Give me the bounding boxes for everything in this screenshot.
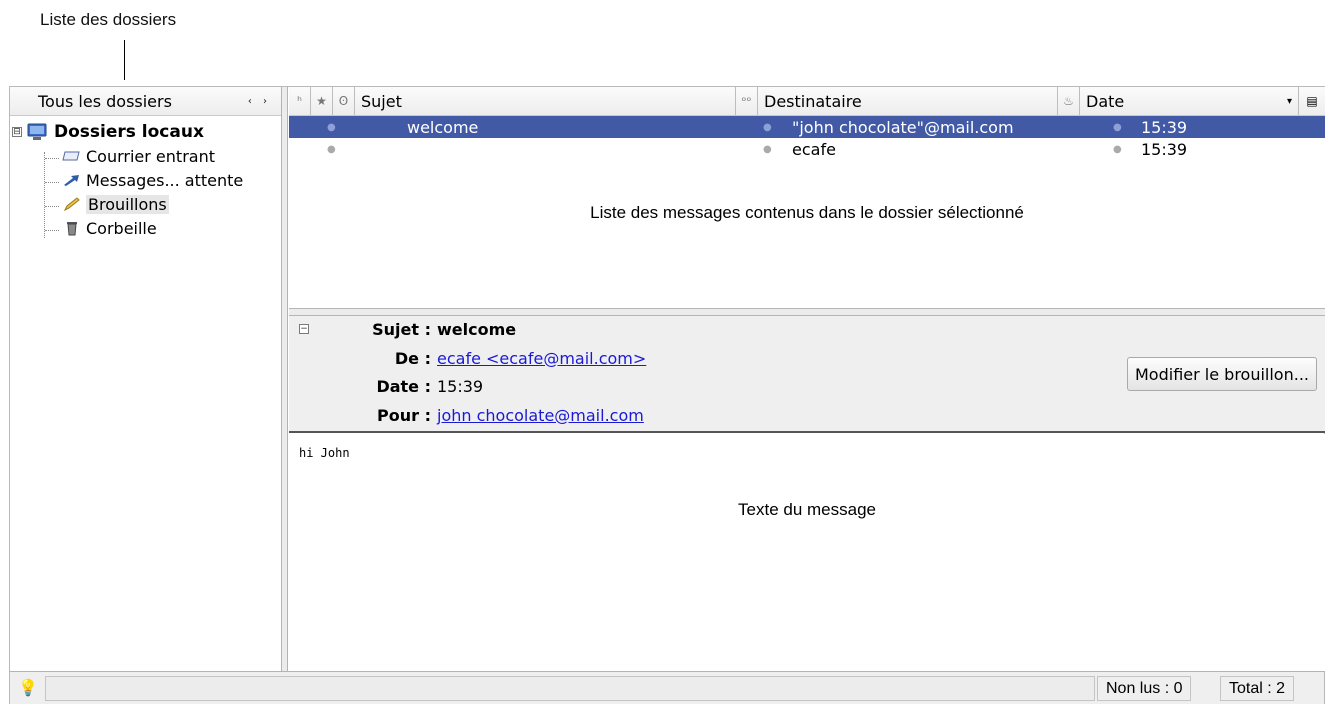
header-key: Pour :	[377, 405, 431, 425]
header-date: Date : 15:39	[289, 373, 483, 399]
monitor-icon	[27, 123, 47, 140]
pencil-icon	[63, 197, 80, 211]
total-count: Total : 2	[1220, 676, 1295, 701]
folder-item-label: Messages... attente	[86, 170, 244, 190]
vertical-splitter[interactable]	[282, 87, 288, 671]
folder-pane: Tous les dossiers ‹ › ⊟ Dossiers locaux	[10, 87, 282, 671]
folder-root-local[interactable]: ⊟ Dossiers locaux	[10, 120, 281, 144]
column-recipient[interactable]: Destinataire	[758, 87, 1058, 115]
column-picker-icon[interactable]: ▤	[1299, 87, 1325, 115]
recipient-link[interactable]: john chocolate@mail.com	[437, 406, 644, 425]
mail-window: Tous les dossiers ‹ › ⊟ Dossiers locaux	[9, 86, 1325, 704]
folder-item-label: Brouillons	[86, 194, 169, 214]
sender-link[interactable]: ecafe <ecafe@mail.com>	[437, 349, 646, 368]
star-column-icon[interactable]: ★	[311, 87, 333, 115]
message-list-annotation: Liste des messages contenus dans le doss…	[590, 203, 1024, 222]
header-from: De : ecafe <ecafe@mail.com>	[289, 345, 646, 371]
thread-column-icon[interactable]: ʰ	[289, 87, 311, 115]
message-text-annotation: Texte du message	[738, 500, 876, 519]
folder-root-label: Dossiers locaux	[54, 122, 204, 142]
header-to: Pour : john chocolate@mail.com	[289, 402, 644, 428]
message-subject: welcome	[407, 117, 479, 137]
folder-item-label: Courrier entrant	[86, 146, 215, 166]
dot-icon: ●	[763, 121, 772, 133]
message-body-text: hi John	[299, 446, 350, 460]
folder-nav-arrows-icon[interactable]: ‹ ›	[248, 96, 271, 107]
arrow-icon	[64, 175, 79, 186]
status-message-area	[45, 676, 1095, 701]
edit-draft-button[interactable]: Modifier le brouillon...	[1127, 357, 1317, 391]
column-date-label: Date	[1086, 91, 1125, 111]
sort-desc-icon: ▾	[1286, 95, 1292, 107]
folder-header-label: Tous les dossiers	[38, 91, 172, 111]
dot-icon: ●	[1113, 121, 1122, 133]
message-row[interactable]: ● ● ecafe ● 15:39	[289, 138, 1325, 160]
message-row[interactable]: ● welcome ● "john chocolate"@mail.com ● …	[289, 116, 1325, 138]
header-date-value: 15:39	[437, 376, 484, 396]
message-recipient: "john chocolate"@mail.com	[792, 117, 1014, 137]
inbox-icon	[62, 151, 80, 161]
horizontal-splitter[interactable]	[289, 309, 1325, 316]
dot-icon: ●	[1113, 143, 1122, 155]
message-body[interactable]: hi John Texte du message	[289, 434, 1325, 671]
folder-item-label: Corbeille	[86, 218, 157, 238]
unread-count: Non lus : 0	[1097, 676, 1192, 701]
folder-header[interactable]: Tous les dossiers ‹ ›	[10, 87, 281, 116]
callout-line	[124, 40, 125, 80]
junk-column-icon[interactable]: ♨	[1058, 87, 1080, 115]
dot-icon: ●	[763, 143, 772, 155]
trash-icon	[67, 222, 77, 236]
message-headers: − Sujet : welcome De : ecafe <ecafe@mail…	[289, 316, 1325, 433]
header-subject: Sujet : welcome	[289, 316, 516, 342]
message-date: 15:39	[1141, 139, 1188, 159]
dot-icon: ●	[327, 121, 336, 133]
folder-item-trash[interactable]: Corbeille	[10, 216, 281, 240]
attachment-column-icon[interactable]: ʘ	[333, 87, 355, 115]
column-date[interactable]: Date ▾	[1080, 87, 1299, 115]
message-list-header: ʰ ★ ʘ Sujet ᵒᵒ Destinataire ♨ Date ▾ ▤	[289, 87, 1325, 116]
folder-item-outbox[interactable]: Messages... attente	[10, 168, 281, 192]
folder-list-annotation: Liste des dossiers	[40, 10, 177, 29]
message-recipient: ecafe	[792, 139, 836, 159]
header-key: Date :	[376, 376, 431, 396]
collapse-icon[interactable]: ⊟	[12, 127, 22, 137]
column-subject[interactable]: Sujet	[355, 87, 736, 115]
dot-icon: ●	[327, 143, 336, 155]
folder-tree: ⊟ Dossiers locaux Courrier entrant Messa…	[10, 116, 281, 240]
message-date: 15:39	[1141, 117, 1188, 137]
status-bar: 💡 Non lus : 0 Total : 2	[10, 671, 1324, 704]
folder-item-drafts[interactable]: Brouillons	[10, 192, 281, 216]
header-key: De :	[394, 348, 431, 368]
lightbulb-icon: 💡	[18, 678, 38, 697]
header-key: Sujet :	[372, 319, 431, 339]
folder-item-inbox[interactable]: Courrier entrant	[10, 144, 281, 168]
read-status-column-icon[interactable]: ᵒᵒ	[736, 87, 758, 115]
header-subject-value: welcome	[437, 319, 517, 339]
message-list: ʰ ★ ʘ Sujet ᵒᵒ Destinataire ♨ Date ▾ ▤ ●…	[289, 87, 1325, 309]
